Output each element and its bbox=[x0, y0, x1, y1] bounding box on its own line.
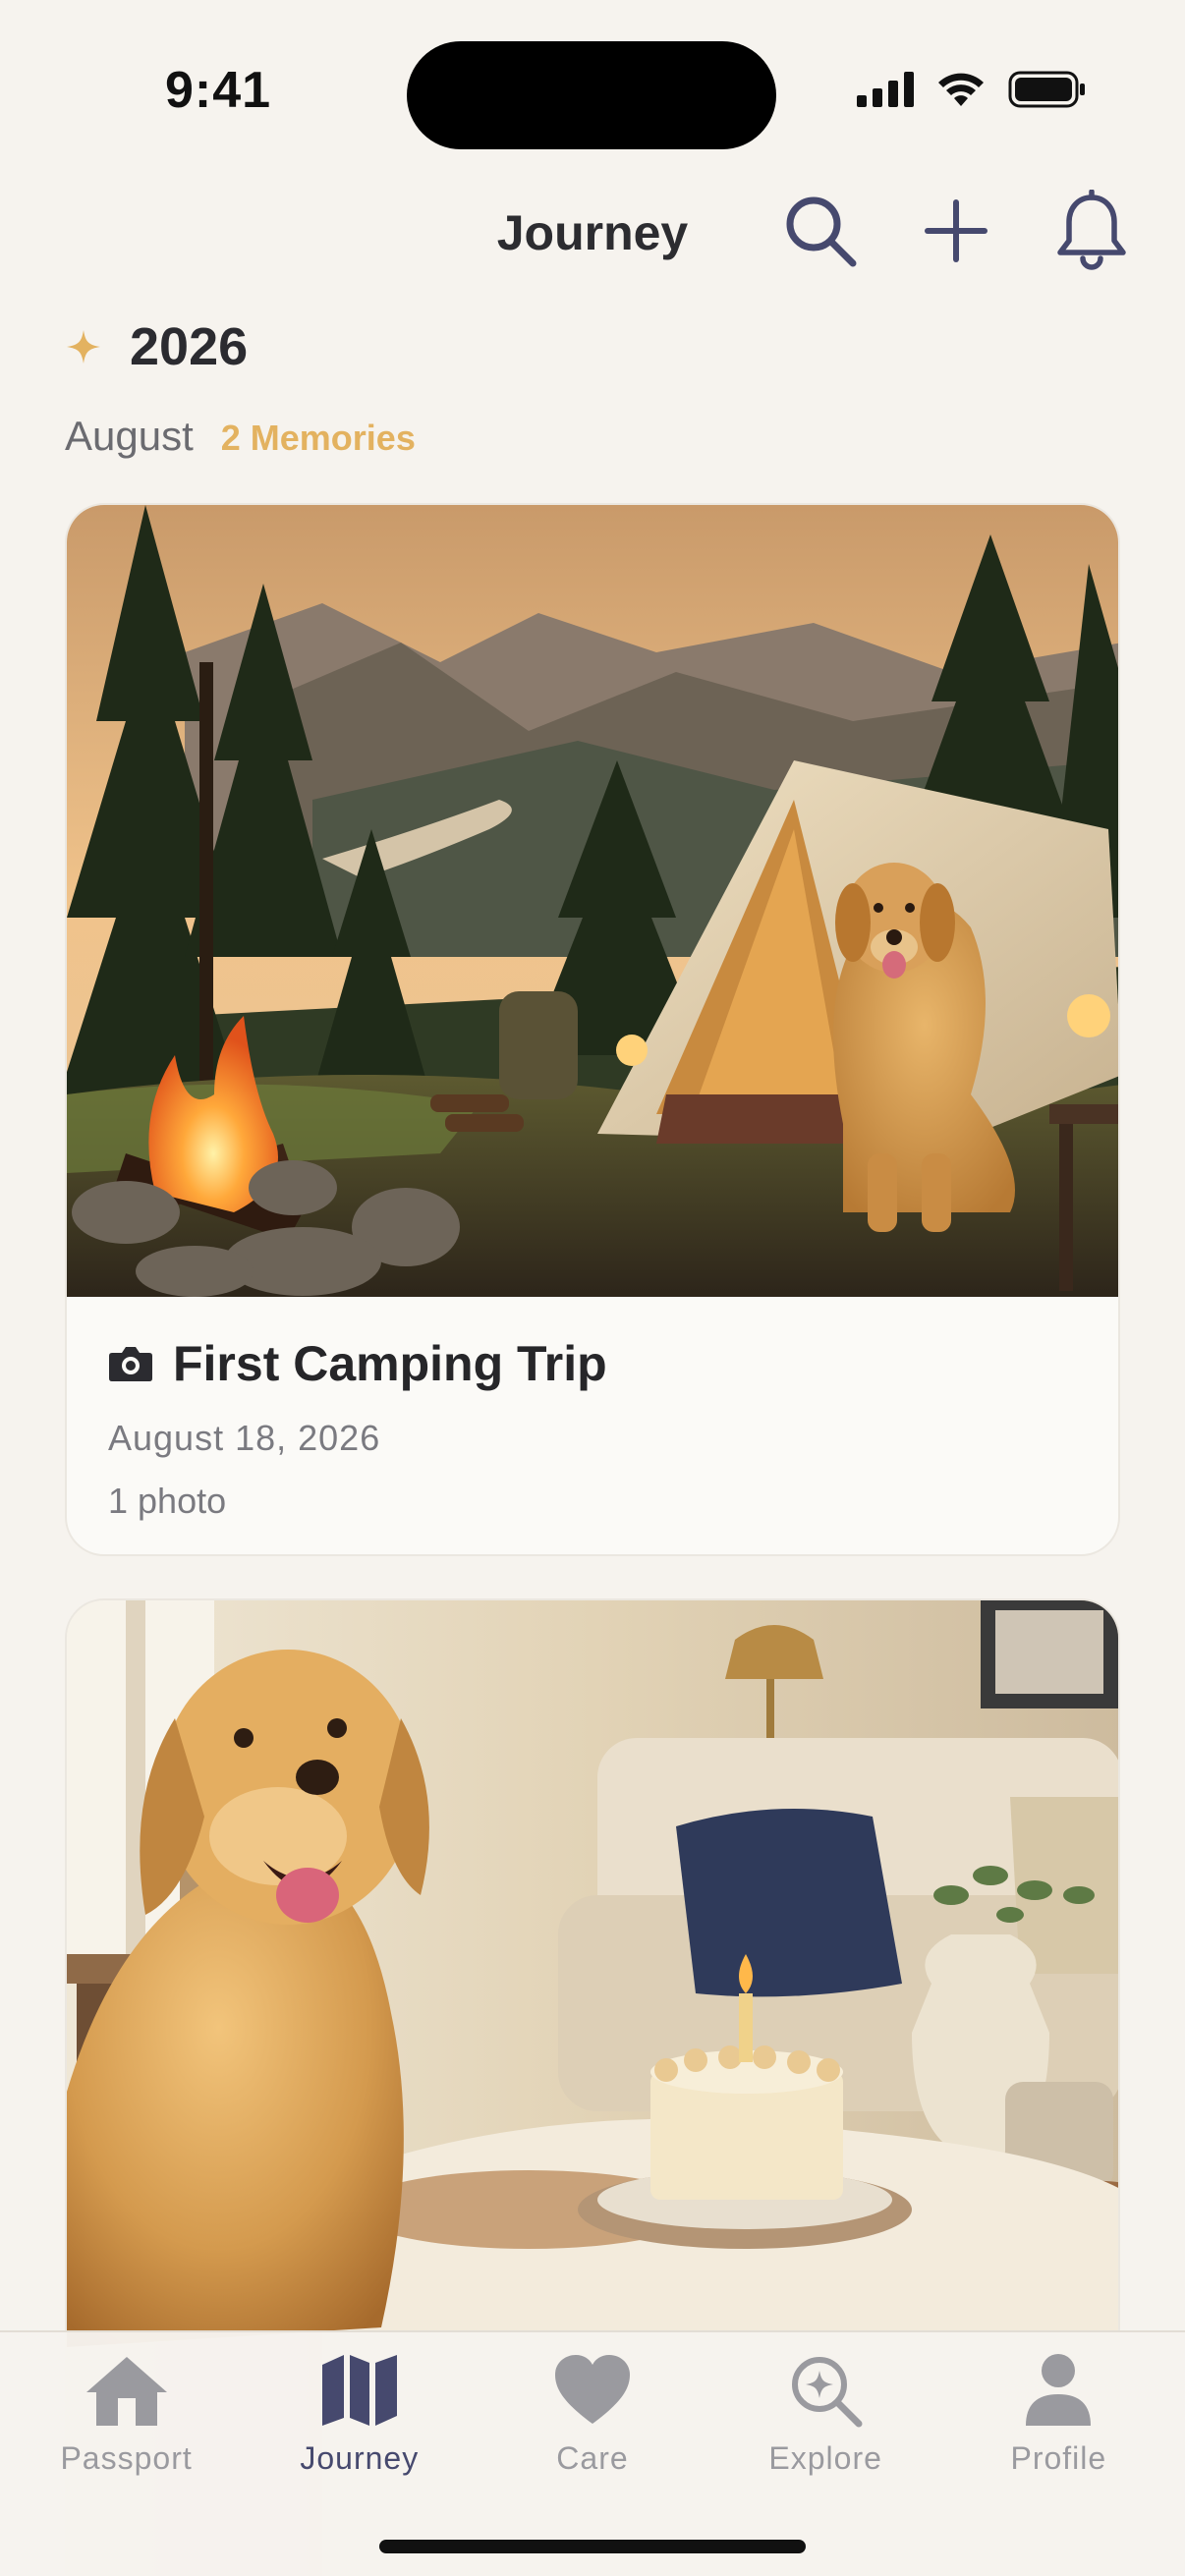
bell-icon bbox=[1057, 190, 1126, 270]
tab-explore[interactable]: Explore bbox=[717, 2346, 933, 2477]
memory-card[interactable]: First Camping Trip August 18, 2026 1 pho… bbox=[65, 503, 1120, 1556]
memory-card-body: First Camping Trip August 18, 2026 1 pho… bbox=[108, 1335, 607, 1522]
add-memory-button[interactable] bbox=[912, 187, 1000, 275]
tab-journey[interactable]: Journey bbox=[252, 2346, 468, 2477]
status-icons bbox=[857, 71, 1087, 108]
dynamic-island bbox=[407, 41, 776, 149]
status-time: 9:41 bbox=[165, 62, 272, 119]
cellular-signal-icon bbox=[857, 72, 914, 107]
search-icon bbox=[786, 196, 857, 267]
tab-label: Care bbox=[556, 2440, 629, 2476]
tab-label: Journey bbox=[300, 2440, 420, 2476]
wifi-icon bbox=[938, 73, 984, 106]
map-icon bbox=[315, 2346, 404, 2435]
memory-title: First Camping Trip bbox=[173, 1336, 607, 1391]
memory-date: August 18, 2026 bbox=[108, 1418, 381, 1458]
camera-icon bbox=[109, 1347, 152, 1381]
tab-profile[interactable]: Profile bbox=[950, 2346, 1166, 2477]
search-button[interactable] bbox=[776, 187, 865, 275]
sparkle-icon bbox=[67, 330, 100, 364]
memory-photo-camping bbox=[67, 505, 1118, 1297]
tab-label: Explore bbox=[768, 2440, 882, 2476]
header-actions bbox=[776, 187, 1136, 275]
tab-passport[interactable]: Passport bbox=[19, 2346, 235, 2477]
month-label: August bbox=[65, 413, 194, 459]
year-label: 2026 bbox=[130, 317, 249, 376]
status-bar: 9:41 bbox=[0, 0, 1185, 187]
battery-icon bbox=[1008, 71, 1085, 108]
header: Journey bbox=[0, 187, 1185, 285]
tab-label: Passport bbox=[60, 2440, 193, 2476]
memory-photo-count: 1 photo bbox=[108, 1481, 227, 1521]
memories-count-badge: 2 Memories bbox=[220, 418, 416, 458]
notifications-button[interactable] bbox=[1047, 187, 1136, 275]
year-heading: 2026 bbox=[65, 316, 248, 377]
explore-icon bbox=[781, 2346, 870, 2435]
month-heading: August 2 Memories bbox=[65, 413, 416, 460]
heart-icon bbox=[548, 2346, 637, 2435]
memory-title-row: First Camping Trip bbox=[108, 1335, 607, 1392]
plus-icon bbox=[925, 199, 988, 262]
profile-icon bbox=[1014, 2346, 1102, 2435]
home-indicator[interactable] bbox=[379, 2540, 806, 2553]
tab-label: Profile bbox=[1010, 2440, 1107, 2476]
tab-care[interactable]: Care bbox=[484, 2346, 701, 2477]
home-icon bbox=[83, 2346, 171, 2435]
journey-screen: 9:41 Journey 2026 August 2 Memories Firs… bbox=[0, 0, 1185, 2576]
